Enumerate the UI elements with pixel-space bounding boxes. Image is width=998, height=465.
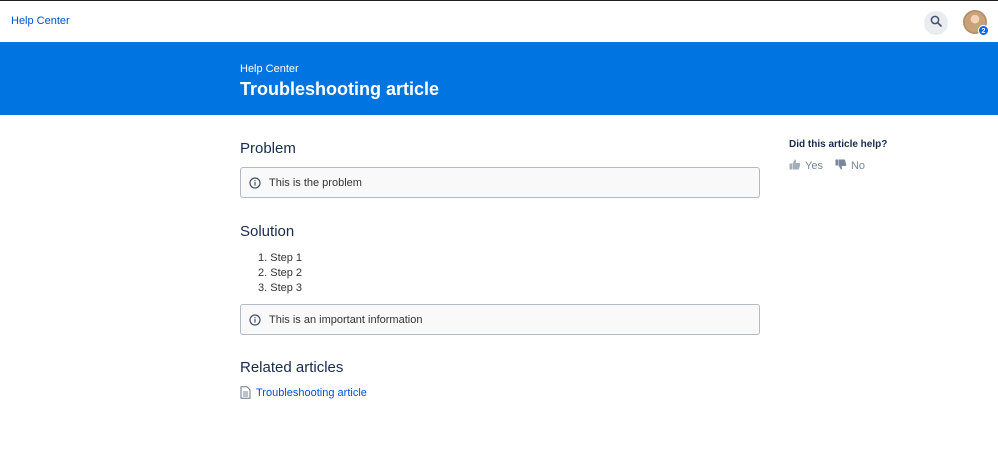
problem-panel-text: This is the problem bbox=[269, 176, 362, 189]
thumbs-up-icon bbox=[789, 159, 801, 173]
article-content: Problem This is the problem Solution 1. … bbox=[240, 140, 760, 399]
feedback-title: Did this article help? bbox=[789, 139, 888, 150]
search-icon bbox=[930, 14, 942, 32]
list-item: 3. Step 3 bbox=[258, 282, 303, 294]
info-icon bbox=[249, 176, 261, 189]
document-icon bbox=[240, 386, 251, 399]
no-label: No bbox=[850, 160, 866, 172]
info-icon bbox=[249, 313, 261, 326]
user-avatar[interactable]: 2 bbox=[963, 10, 989, 36]
no-button[interactable]: No bbox=[835, 159, 865, 173]
related-article-label: Troubleshooting article bbox=[256, 386, 367, 399]
help-center-home-link[interactable]: Help Center bbox=[11, 15, 70, 27]
top-navigation-bar: Help Center 2 bbox=[0, 0, 998, 42]
article-header-banner: Help Center Troubleshooting article bbox=[0, 42, 998, 115]
feedback-buttons: Yes No bbox=[789, 159, 887, 173]
related-article-link[interactable]: Troubleshooting article bbox=[240, 386, 760, 399]
thumbs-down-icon bbox=[835, 159, 847, 173]
list-item: 1. Step 1 bbox=[258, 252, 303, 264]
notification-badge: 2 bbox=[978, 25, 989, 36]
solution-steps-list: 1. Step 1 2. Step 2 3. Step 3 bbox=[240, 251, 760, 296]
solution-panel-text: This is an important information bbox=[269, 313, 423, 326]
yes-label: Yes bbox=[805, 160, 823, 172]
search-button[interactable] bbox=[924, 11, 948, 35]
article-feedback: Did this article help? Yes No bbox=[789, 139, 887, 173]
problem-heading: Problem bbox=[240, 140, 296, 157]
breadcrumb[interactable]: Help Center bbox=[240, 63, 299, 75]
related-articles-heading: Related articles bbox=[240, 359, 344, 376]
list-item: 2. Step 2 bbox=[258, 267, 303, 279]
yes-button[interactable]: Yes bbox=[789, 159, 823, 173]
problem-info-panel: This is the problem bbox=[240, 167, 760, 198]
page-title: Troubleshooting article bbox=[240, 79, 440, 99]
solution-info-panel: This is an important information bbox=[240, 304, 760, 335]
solution-heading: Solution bbox=[240, 223, 295, 240]
